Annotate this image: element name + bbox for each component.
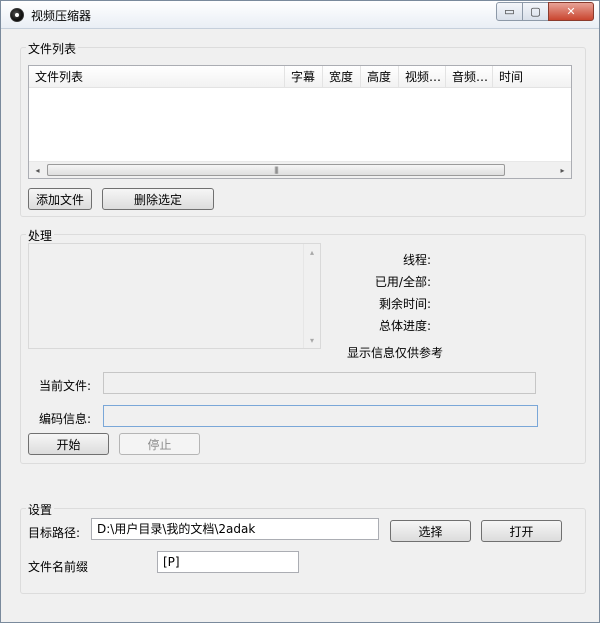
column-header-audio[interactable]: 音频… <box>446 66 493 88</box>
scroll-down-icon[interactable]: ▾ <box>304 332 320 348</box>
overall-progress-label: 总体进度: <box>378 319 431 333</box>
processing-group-label: 处理 <box>26 227 55 244</box>
scroll-right-icon[interactable]: ▸ <box>554 162 571 178</box>
delete-selected-button[interactable]: 删除选定 <box>102 188 214 210</box>
minimize-button[interactable]: ▭ <box>496 2 523 21</box>
file-list-view[interactable]: 文件列表 字幕 宽度 高度 视频… 音频… 时间 ◂ ||| ▸ <box>28 65 572 179</box>
open-button[interactable]: 打开 <box>481 520 562 542</box>
used-total-label: 已用/全部: <box>374 275 431 289</box>
add-file-button[interactable]: 添加文件 <box>28 188 92 210</box>
settings-group-label: 设置 <box>26 501 55 518</box>
target-path-label: 目标路径: <box>28 526 81 540</box>
choose-button[interactable]: 选择 <box>390 520 471 542</box>
close-button[interactable]: ✕ <box>548 2 594 21</box>
start-button[interactable]: 开始 <box>28 433 109 455</box>
column-header-width[interactable]: 宽度 <box>323 66 361 88</box>
scroll-thumb[interactable]: ||| <box>47 164 505 176</box>
threads-label: 线程: <box>402 253 431 267</box>
stop-button[interactable]: 停止 <box>119 433 200 455</box>
filename-prefix-label: 文件名前缀 <box>28 560 89 574</box>
maximize-button[interactable]: ▢ <box>522 2 549 21</box>
scroll-left-icon[interactable]: ◂ <box>29 162 46 178</box>
encode-info-field <box>103 405 538 427</box>
current-file-label: 当前文件: <box>39 379 92 393</box>
column-header-video[interactable]: 视频… <box>399 66 446 88</box>
info-note: 显示信息仅供参考 <box>346 346 443 360</box>
current-file-field <box>103 372 536 394</box>
vertical-scrollbar[interactable]: ▴ ▾ <box>303 244 320 348</box>
file-list-group-label: 文件列表 <box>26 40 79 57</box>
scroll-up-icon[interactable]: ▴ <box>304 244 320 260</box>
log-textarea[interactable]: ▴ ▾ <box>28 243 321 349</box>
column-header-time[interactable]: 时间 <box>493 66 571 88</box>
window-controls: ▭ ▢ ✕ <box>496 2 594 21</box>
title-bar[interactable]: 视频压缩器 ▭ ▢ ✕ <box>1 1 599 29</box>
encode-info-label: 编码信息: <box>39 412 92 426</box>
column-header-height[interactable]: 高度 <box>361 66 399 88</box>
column-header-file[interactable]: 文件列表 <box>29 66 285 88</box>
app-window: 视频压缩器 ▭ ▢ ✕ 文件列表 文件列表 字幕 宽度 高度 视频… 音频… 时… <box>0 0 600 623</box>
window-title: 视频压缩器 <box>31 9 92 23</box>
filename-prefix-input[interactable]: [P] <box>157 551 299 573</box>
target-path-input[interactable]: D:\用户目录\我的文档\2adak <box>91 518 379 540</box>
remaining-time-label: 剩余时间: <box>378 297 431 311</box>
app-logo-icon <box>10 8 24 22</box>
column-header-subtitle[interactable]: 字幕 <box>285 66 323 88</box>
horizontal-scrollbar[interactable]: ◂ ||| ▸ <box>29 161 571 178</box>
list-header: 文件列表 字幕 宽度 高度 视频… 音频… 时间 <box>29 66 571 88</box>
